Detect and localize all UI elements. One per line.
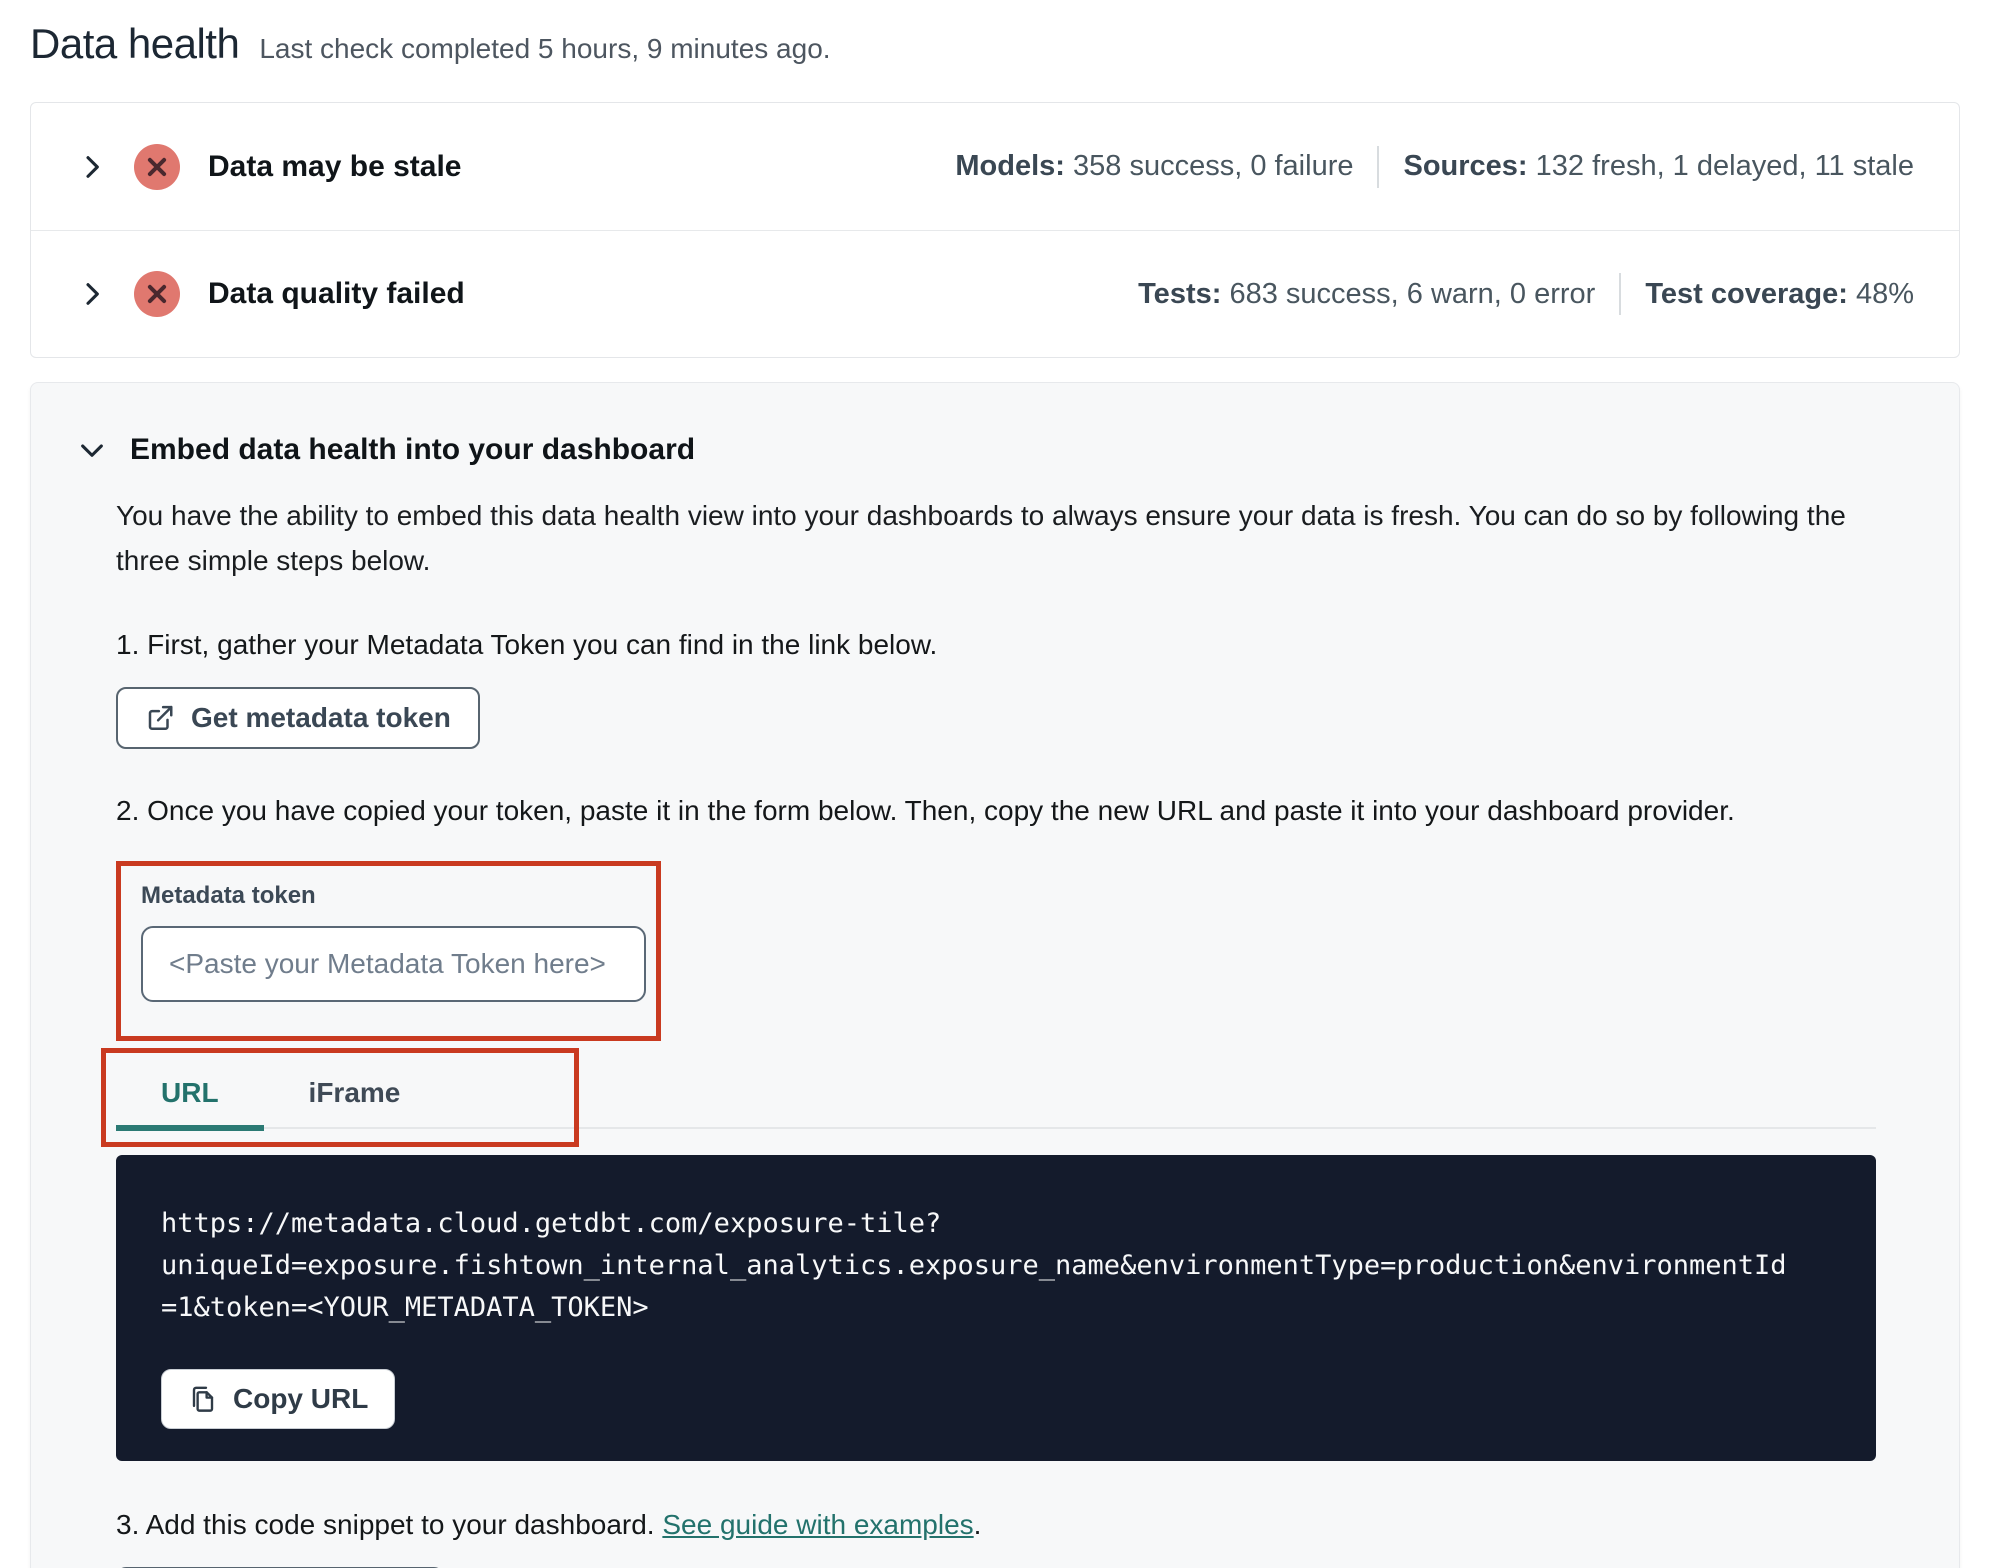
guide-link[interactable]: See guide with examples (662, 1509, 973, 1540)
metadata-token-label: Metadata token (141, 882, 316, 909)
tests-stat-value: 683 success, 6 warn, 0 error (1229, 277, 1596, 310)
step-3-text: 3. Add this code snippet to your dashboa… (116, 1509, 1914, 1541)
models-stat: Models: 358 success, 0 failure (955, 150, 1353, 183)
tests-stat: Tests: 683 success, 6 warn, 0 error (1138, 278, 1595, 311)
status-row-title: Data may be stale (208, 149, 462, 183)
embed-section-header[interactable]: Embed data health into your dashboard (76, 433, 1914, 467)
code-line: uniqueId=exposure.fishtown_internal_anal… (161, 1250, 1787, 1281)
output-tabs: URL iFrame (101, 1048, 1876, 1147)
sources-stat-value: 132 fresh, 1 delayed, 11 stale (1535, 150, 1914, 182)
tab-iframe[interactable]: iFrame (264, 1061, 446, 1131)
copy-icon (192, 1386, 214, 1412)
status-row-stale[interactable]: Data may be stale Models: 358 success, 0… (31, 103, 1959, 230)
chevron-down-icon[interactable] (76, 434, 108, 466)
embed-url-code-block: https://metadata.cloud.getdbt.com/exposu… (116, 1155, 1876, 1461)
embed-section-card: Embed data health into your dashboard Yo… (30, 382, 1960, 1568)
code-line: =1&token=<YOUR_METADATA_TOKEN> (161, 1292, 649, 1323)
stat-divider (1619, 273, 1622, 315)
step-3-suffix: . (973, 1509, 982, 1540)
chevron-right-icon[interactable] (76, 151, 108, 183)
step-1-text: 1. First, gather your Metadata Token you… (116, 629, 938, 660)
external-link-icon (148, 705, 173, 730)
status-card: Data may be stale Models: 358 success, 0… (30, 102, 1960, 358)
tabs-row: URL iFrame (116, 1061, 1876, 1131)
coverage-stat-value: 48% (1855, 277, 1914, 310)
copy-url-button[interactable]: Copy URL (161, 1369, 396, 1429)
models-stat-label: Models: (955, 150, 1065, 182)
embed-description: You have the ability to embed this data … (116, 500, 1846, 576)
tab-url[interactable]: URL (116, 1061, 264, 1131)
step-3-prefix: 3. Add this code snippet to your dashboa… (116, 1509, 663, 1540)
page-header: Data health Last check completed 5 hours… (30, 20, 1960, 68)
page-title: Data health (30, 20, 240, 67)
stat-divider (1377, 145, 1380, 188)
error-x-circle-icon (134, 271, 180, 317)
annotation-box-token: Metadata token (116, 861, 661, 1041)
status-row-stats: Models: 358 success, 0 failure Sources: … (955, 145, 1914, 188)
coverage-stat-label: Test coverage: (1645, 277, 1848, 310)
sources-stat: Sources: 132 fresh, 1 delayed, 11 stale (1403, 150, 1914, 183)
data-health-page: Data health Last check completed 5 hours… (0, 0, 1990, 1568)
embed-section-title: Embed data health into your dashboard (130, 433, 696, 466)
metadata-token-input[interactable] (141, 926, 646, 1002)
status-row-quality[interactable]: Data quality failed Tests: 683 success, … (31, 230, 1959, 357)
copy-url-label: Copy URL (233, 1383, 369, 1414)
chevron-right-icon[interactable] (76, 278, 108, 310)
coverage-stat: Test coverage: 48% (1645, 278, 1914, 311)
get-metadata-token-button[interactable]: Get metadata token (116, 687, 480, 749)
get-metadata-token-label: Get metadata token (191, 702, 451, 733)
tests-stat-label: Tests: (1138, 277, 1222, 310)
error-x-circle-icon (134, 143, 180, 190)
status-row-stats: Tests: 683 success, 6 warn, 0 error Test… (1138, 273, 1914, 315)
embed-section-body: You have the ability to embed this data … (101, 493, 1914, 1568)
step-2-text: 2. Once you have copied your token, past… (116, 795, 1735, 826)
models-stat-value: 358 success, 0 failure (1073, 150, 1354, 182)
code-line: https://metadata.cloud.getdbt.com/exposu… (161, 1208, 942, 1239)
status-row-title: Data quality failed (208, 277, 465, 310)
sources-stat-label: Sources: (1403, 150, 1528, 182)
last-check-status: Last check completed 5 hours, 9 minutes … (259, 33, 831, 64)
